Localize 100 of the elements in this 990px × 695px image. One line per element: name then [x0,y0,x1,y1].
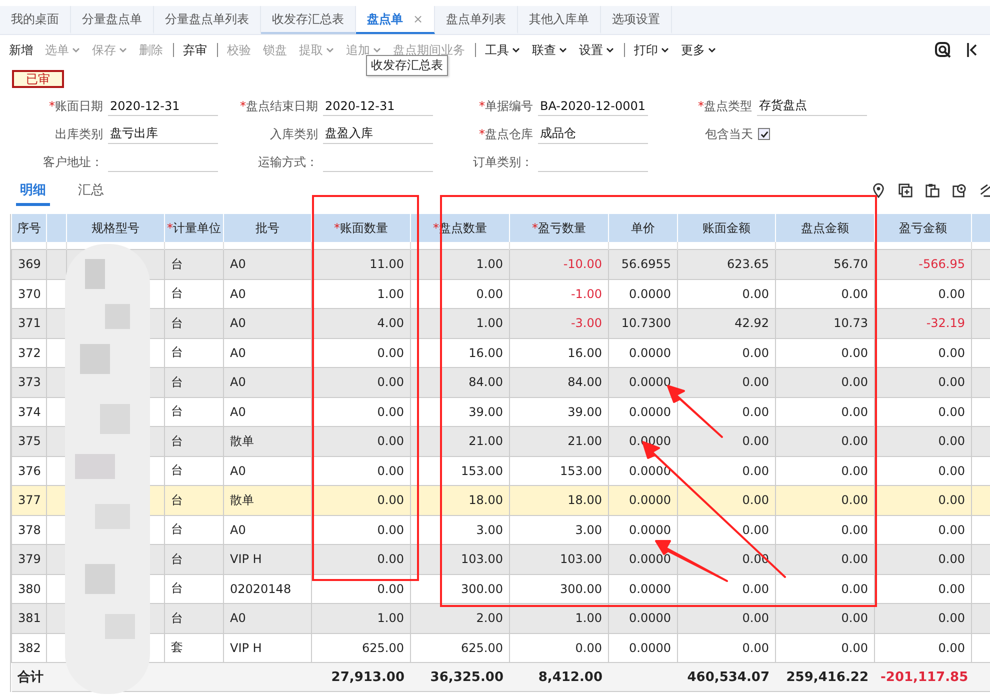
table-cell: 台 [164,604,224,633]
checkbox[interactable] [758,128,770,140]
toolbar-button[interactable]: 联查 [527,42,572,58]
table-cell: 台 [164,544,224,574]
field-label: *盘点类型 [697,98,753,114]
sub-tab[interactable]: 明细 [16,181,50,206]
caret-icon [119,47,127,53]
table-cell: -32.19 [874,308,972,338]
table-cell: 84.00 [410,368,510,397]
total-cell: 460,534.07 [678,662,776,692]
field-label: 订单类别： [472,154,534,170]
caret-icon [708,47,716,53]
field-label: 出库类别 [54,126,104,142]
table-cell: 台 [164,250,224,279]
total-cell: -201,117.85 [874,662,972,692]
caret-icon [559,47,567,53]
toolbar-button[interactable]: 工具 [475,43,525,57]
table-cell: 1.00 [410,308,510,338]
table-cell: 11.00 [312,250,410,279]
table-cell: 台 [164,486,224,515]
table-cell: A0 [224,308,312,338]
table-cell: 21.00 [510,426,608,456]
caret-icon [326,47,334,53]
input-field[interactable]: 存货盘点 [757,96,867,116]
column-header[interactable]: *账面数量 [312,214,410,242]
tab[interactable]: 分量盘点单列表 [154,6,261,34]
tooltip: 收发存汇总表 [366,55,448,76]
tab[interactable]: 分量盘点单 [71,6,154,34]
table-cell: 42.92 [678,308,776,338]
input-field[interactable]: 盘盈入库 [323,124,433,144]
column-header[interactable]: 账面金额 [678,214,776,242]
column-header[interactable]: *计量单位 [164,214,224,242]
paste-icon[interactable] [925,183,940,198]
sub-tab[interactable]: 汇总 [74,181,108,206]
table-cell: -10.00 [510,250,608,279]
search-icon[interactable] [934,41,952,59]
table-cell: 10.73 [776,308,874,338]
table-cell: 0.00 [874,486,972,515]
field-label: 包含当天 [704,126,754,142]
column-header[interactable]: 盘点金额 [776,214,874,242]
copy-add-icon[interactable] [898,183,913,198]
table-cell: 381 [12,604,46,633]
collapse-icon[interactable] [966,41,978,59]
total-cell: 36,325.00 [410,662,510,692]
table-cell: 369 [12,250,46,279]
total-cell: 27,913.00 [312,662,410,692]
column-header[interactable]: 盈亏金额 [874,214,972,242]
table-cell: A0 [224,250,312,279]
tab[interactable]: 我的桌面 [0,6,71,34]
column-header[interactable]: 序号 [12,214,46,242]
table-cell: -3.00 [510,308,608,338]
tab[interactable]: 盘点单 × [356,6,436,34]
toolbar-button[interactable]: 设置 [574,42,619,58]
table-cell: 1.00 [410,250,510,279]
toolbar-button[interactable]: 打印 [624,43,674,57]
column-header[interactable]: 单价 [608,214,678,242]
field-label: *盘点结束日期 [239,98,319,114]
toolbar-button[interactable]: 弃审 [173,43,212,57]
table-cell: 18.00 [510,486,608,515]
caret-icon [512,47,520,53]
input-field[interactable]: 2020-12-31 [108,96,218,116]
caret-icon [373,47,381,53]
table-cell: 56.70 [776,250,874,279]
table-cell: 0.00 [874,604,972,633]
table-cell: 379 [12,544,46,574]
toolbar-button[interactable]: 更多 [676,42,721,58]
table-cell: 18.00 [410,486,510,515]
table-cell: 56.6955 [608,250,678,279]
total-cell: 259,416.22 [776,662,874,692]
table-cell: 0.00 [776,486,874,515]
column-header[interactable]: 规格型号 [66,214,164,242]
table-cell: 4.00 [312,308,410,338]
input-field[interactable]: 盘亏出库 [108,124,218,144]
settings-icon[interactable] [952,183,967,198]
tab[interactable]: 其他入库单 [518,6,602,34]
table-cell: 0.00 [874,544,972,574]
column-header[interactable]: *盈亏数量 [510,214,608,242]
column-header[interactable]: 批号 [224,214,312,242]
table-cell: 2.00 [410,604,510,633]
field-label: *账面日期 [48,98,104,114]
toolbar-button[interactable]: 新增 [4,42,38,58]
table-cell: 0.00 [312,368,410,397]
table-cell: A0 [224,368,312,397]
input-field[interactable]: BA-2020-12-0001 [538,96,648,116]
input-field[interactable]: 成品仓 [538,124,648,144]
table-cell: 台 [164,426,224,456]
table-cell: 1.00 [312,604,410,633]
field-label: 入库类别 [269,126,319,142]
edit-icon[interactable] [979,183,990,198]
input-field[interactable]: 2020-12-31 [323,96,433,116]
field-label: *单据编号 [478,98,534,114]
location-pin-icon[interactable] [871,183,886,198]
tab[interactable]: 选项设置 [601,6,672,34]
tab[interactable]: 盘点单列表 [435,6,518,34]
table-cell: 10.7300 [608,308,678,338]
table-cell: 103.00 [410,544,510,574]
table-cell: 0.00 [776,604,874,633]
caret-icon [606,47,614,53]
table-cell: VIP H [224,544,312,574]
table-row[interactable]: 369 台 A0 11.00 1.00 -10.00 56.6955 623.65 56.70 -566.95 [12,250,990,279]
